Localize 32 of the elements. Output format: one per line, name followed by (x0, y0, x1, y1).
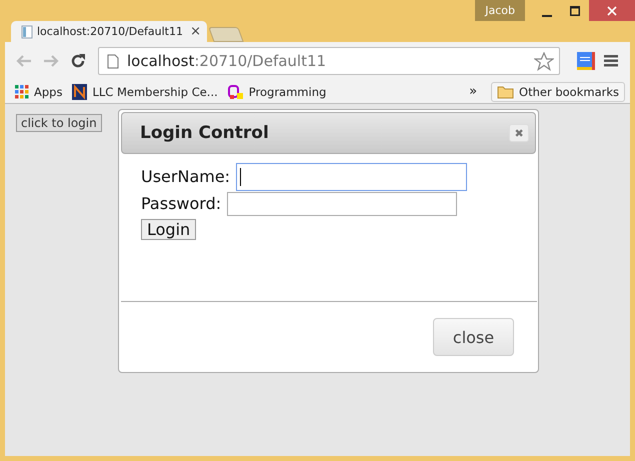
browser-tab[interactable]: localhost:20710/Default11 × (11, 21, 207, 42)
username-field[interactable] (236, 162, 468, 190)
bookmark[interactable]: LLC Membership Ce... (72, 84, 218, 100)
dialog-title: Login Control (140, 123, 269, 143)
page-icon (107, 54, 119, 68)
address-bar[interactable]: localhost:20710/Default11 (98, 47, 560, 75)
letter-logo-icon (72, 84, 88, 100)
minimize-icon (542, 14, 552, 16)
reload-icon[interactable] (69, 52, 87, 70)
close-button[interactable]: ✖ (509, 124, 529, 142)
login-button[interactable]: Login (141, 219, 196, 240)
close-button[interactable]: close (433, 318, 514, 356)
field-label: UserName: (141, 167, 230, 186)
tab-close-button[interactable]: × (190, 24, 201, 39)
user-name: Jacob (475, 0, 525, 21)
close-button[interactable] (589, 0, 635, 21)
star-icon[interactable] (534, 52, 554, 70)
maximize-icon (570, 6, 580, 16)
close-icon (607, 6, 617, 16)
field-label: Password: (141, 194, 222, 213)
apps-grid-icon (15, 84, 29, 98)
more-bookmarks-button[interactable]: » (469, 84, 478, 99)
password-field[interactable] (227, 192, 458, 216)
keyboard-icon[interactable] (577, 52, 595, 70)
bookmark[interactable]: Apps (15, 84, 62, 98)
other-bookmarks-button[interactable]: Other bookmarks (491, 82, 625, 102)
menu-icon[interactable] (604, 54, 620, 68)
click-to-login-button[interactable]: click to login (16, 114, 102, 132)
bookmark[interactable]: Programming (228, 84, 326, 100)
colorful-logo-icon (228, 84, 244, 100)
folder-icon (497, 84, 514, 98)
page-icon (21, 24, 33, 38)
